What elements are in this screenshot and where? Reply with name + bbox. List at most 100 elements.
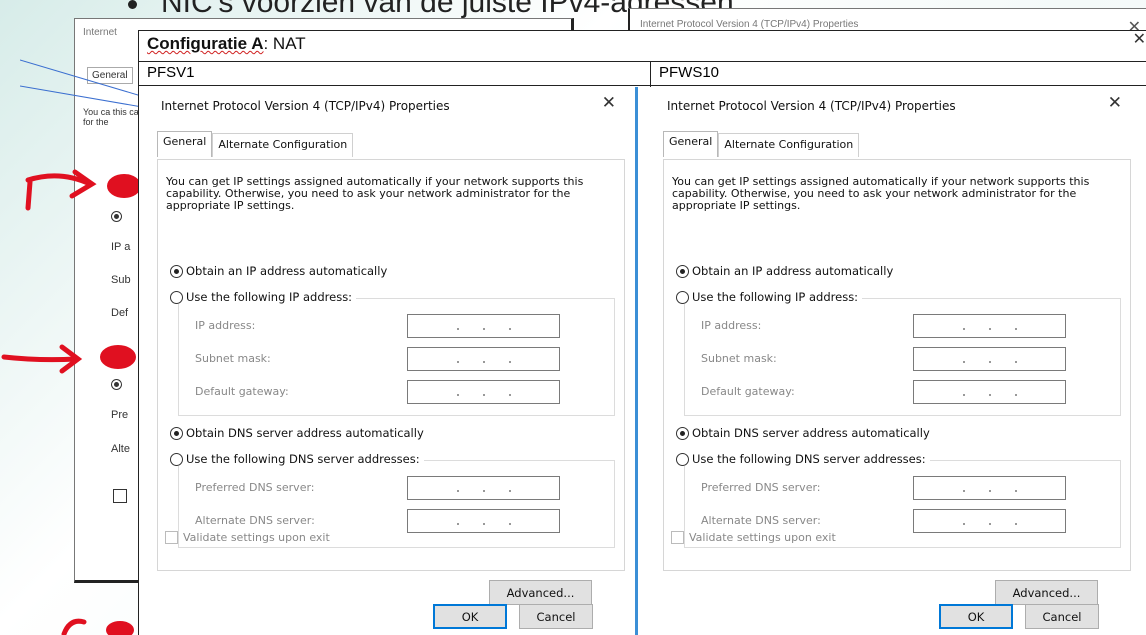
bg-frag-ip: IP a xyxy=(111,241,131,253)
bg-checkbox-icon xyxy=(113,489,127,503)
configuration-comparison-panel: Configuratie A: NAT ✕ PFSV1 PFWS10 Inter… xyxy=(138,30,1146,635)
checkbox-label: Validate settings upon exit xyxy=(183,531,330,544)
alternate-dns-label: Alternate DNS server: xyxy=(701,514,821,527)
subnet-mask-input[interactable] xyxy=(913,347,1066,371)
alternate-dns-row: Alternate DNS server: xyxy=(189,509,599,533)
radio-unselected-icon[interactable] xyxy=(170,452,183,466)
config-subtitle: : NAT xyxy=(263,34,306,53)
radio-use-following-ip[interactable]: Use the following IP address: xyxy=(676,290,863,304)
bg-frag-alternate: Alte xyxy=(111,443,130,455)
preferred-dns-input[interactable] xyxy=(407,476,560,500)
dialog-title: Internet Protocol Version 4 (TCP/IPv4) P… xyxy=(161,99,450,113)
ip-address-input[interactable] xyxy=(407,314,560,338)
red-annotation-bottom xyxy=(61,618,134,635)
ip-address-group: IP address: Subnet mask: Default gateway… xyxy=(684,298,1121,416)
bullet-dot-icon xyxy=(128,0,137,9)
radio-obtain-ip-auto[interactable]: Obtain an IP address automatically xyxy=(170,264,387,278)
close-icon[interactable]: ✕ xyxy=(1133,31,1146,49)
radio-label: Use the following IP address: xyxy=(692,290,859,304)
ip-address-input[interactable] xyxy=(913,314,1066,338)
default-gateway-input[interactable] xyxy=(913,380,1066,404)
ip-address-group: IP address: Subnet mask: Default gateway… xyxy=(178,298,615,416)
preferred-dns-row: Preferred DNS server: xyxy=(189,476,599,500)
red-arrow-annotation-2 xyxy=(1,344,136,374)
subnet-mask-input[interactable] xyxy=(407,347,560,371)
validate-settings-checkbox[interactable]: Validate settings upon exit xyxy=(165,531,330,544)
panel-header: Configuratie A: NAT xyxy=(139,31,1146,62)
dialog-title: Internet Protocol Version 4 (TCP/IPv4) P… xyxy=(667,99,956,113)
radio-obtain-dns-auto[interactable]: Obtain DNS server address automatically xyxy=(676,426,930,440)
radio-label: Obtain DNS server address automatically xyxy=(186,426,424,440)
dialog-description: You can get IP settings assigned automat… xyxy=(166,175,584,212)
dialog-close-icon[interactable]: ✕ xyxy=(602,93,616,113)
radio-label: Obtain DNS server address automatically xyxy=(692,426,930,440)
tab-general[interactable]: General xyxy=(157,131,213,157)
radio-unselected-icon[interactable] xyxy=(676,290,689,304)
default-gateway-label: Default gateway: xyxy=(195,385,289,398)
column-label-right: PFWS10 xyxy=(659,64,720,81)
tab-general[interactable]: General xyxy=(663,131,719,157)
radio-use-following-dns[interactable]: Use the following DNS server addresses: xyxy=(676,452,930,466)
tab-alternate-configuration[interactable]: Alternate Configuration xyxy=(718,133,860,157)
dialog-tabs: General Alternate Configuration xyxy=(157,131,354,159)
red-arrow-annotation-1 xyxy=(25,169,140,211)
radio-selected-icon[interactable] xyxy=(676,426,689,440)
radio-selected-icon[interactable] xyxy=(676,264,689,278)
config-title: Configuratie A xyxy=(147,34,264,53)
radio-use-following-dns[interactable]: Use the following DNS server addresses: xyxy=(170,452,424,466)
preferred-dns-input[interactable] xyxy=(913,476,1066,500)
radio-label: Obtain an IP address automatically xyxy=(186,264,388,278)
ipv4-properties-dialog-pfsv1: Internet Protocol Version 4 (TCP/IPv4) P… xyxy=(139,87,638,635)
general-tab-panel: You can get IP settings assigned automat… xyxy=(663,159,1131,571)
bg-dialog-title: Internet Protocol Version 4 (TCP/IPv4) P… xyxy=(640,19,859,30)
radio-unselected-icon[interactable] xyxy=(170,290,183,304)
radio-label: Use the following DNS server addresses: xyxy=(692,452,926,466)
default-gateway-input[interactable] xyxy=(407,380,560,404)
checkbox-icon[interactable] xyxy=(165,531,178,544)
decorative-lines xyxy=(20,59,149,109)
general-tab-panel: You can get IP settings assigned automat… xyxy=(157,159,625,571)
dialog-description: You can get IP settings assigned automat… xyxy=(672,175,1090,212)
ip-address-label: IP address: xyxy=(701,319,762,332)
dialog-close-icon[interactable]: ✕ xyxy=(1108,93,1122,113)
validate-settings-checkbox[interactable]: Validate settings upon exit xyxy=(671,531,836,544)
subnet-mask-label: Subnet mask: xyxy=(701,352,777,365)
cancel-button[interactable]: Cancel xyxy=(1025,604,1099,629)
radio-label: Use the following DNS server addresses: xyxy=(186,452,420,466)
radio-use-following-ip[interactable]: Use the following IP address: xyxy=(170,290,357,304)
default-gateway-label: Default gateway: xyxy=(701,385,795,398)
ok-button[interactable]: OK xyxy=(433,604,507,629)
radio-obtain-dns-auto[interactable]: Obtain DNS server address automatically xyxy=(170,426,424,440)
ok-button[interactable]: OK xyxy=(939,604,1013,629)
default-gateway-row: Default gateway: xyxy=(189,380,599,404)
radio-unselected-icon[interactable] xyxy=(676,452,689,466)
radio-selected-icon[interactable] xyxy=(170,264,183,278)
ip-address-row: IP address: xyxy=(189,314,599,338)
bg-frag-subnet: Sub xyxy=(111,274,131,286)
dialog-tabs: General Alternate Configuration xyxy=(663,131,860,159)
subnet-mask-label: Subnet mask: xyxy=(195,352,271,365)
advanced-button[interactable]: Advanced... xyxy=(995,580,1098,605)
preferred-dns-label: Preferred DNS server: xyxy=(701,481,821,494)
radio-selected-icon[interactable] xyxy=(170,426,183,440)
radio-obtain-ip-auto[interactable]: Obtain an IP address automatically xyxy=(676,264,893,278)
ipv4-properties-dialog-pfws10: Internet Protocol Version 4 (TCP/IPv4) P… xyxy=(645,87,1142,635)
alternate-dns-label: Alternate DNS server: xyxy=(195,514,315,527)
ip-address-label: IP address: xyxy=(195,319,256,332)
advanced-button[interactable]: Advanced... xyxy=(489,580,592,605)
checkbox-label: Validate settings upon exit xyxy=(689,531,836,544)
alternate-dns-input[interactable] xyxy=(913,509,1066,533)
cancel-button[interactable]: Cancel xyxy=(519,604,593,629)
window-edge xyxy=(635,87,638,635)
tab-alternate-configuration[interactable]: Alternate Configuration xyxy=(212,133,354,157)
checkbox-icon[interactable] xyxy=(671,531,684,544)
alternate-dns-input[interactable] xyxy=(407,509,560,533)
preferred-dns-label: Preferred DNS server: xyxy=(195,481,315,494)
alternate-dns-row: Alternate DNS server: xyxy=(695,509,1105,533)
preferred-dns-row: Preferred DNS server: xyxy=(695,476,1105,500)
bg-frag-gateway: Def xyxy=(111,307,129,319)
bg-dialog-title: Internet xyxy=(83,27,117,38)
subnet-mask-row: Subnet mask: xyxy=(189,347,599,371)
subnet-mask-row: Subnet mask: xyxy=(695,347,1105,371)
bg-dialog-desc: You ca this ca for the xyxy=(83,107,139,127)
